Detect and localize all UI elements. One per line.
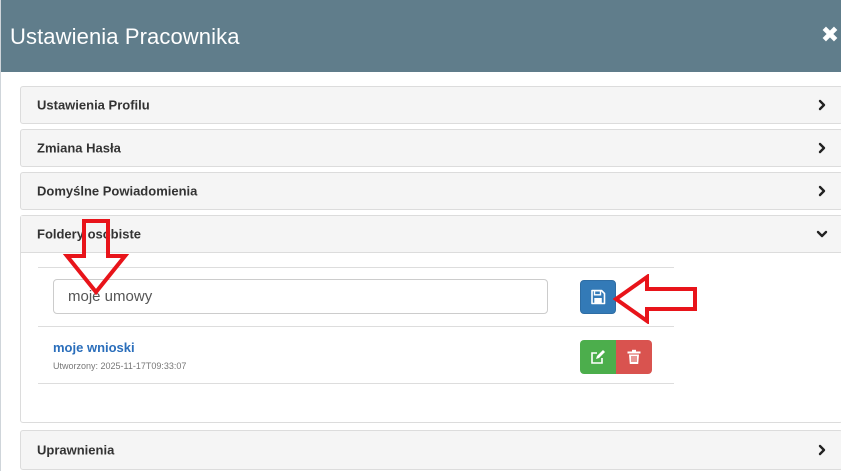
panel-heading-permissions[interactable]: Uprawnienia [21, 431, 841, 469]
delete-folder-button[interactable] [616, 340, 652, 374]
panel-title: Uprawnienia [37, 442, 115, 458]
folder-name-input[interactable] [53, 279, 548, 314]
modal-header: Ustawienia Pracownika ✖ [1, 0, 841, 72]
panel-heading-profile-settings[interactable]: Ustawienia Profilu [21, 87, 841, 123]
panel-title: Foldery osobiste [37, 226, 142, 242]
panel-change-password: Zmiana Hasła [20, 129, 841, 167]
panel-heading-change-password[interactable]: Zmiana Hasła [21, 130, 841, 166]
chevron-right-icon [816, 99, 828, 111]
panel-title: Zmiana Hasła [37, 140, 121, 156]
chevron-right-icon [816, 185, 828, 197]
folder-created-date: Utworzony: 2025-11-17T09:33:07 [53, 361, 187, 371]
folder-list-item: moje wnioski Utworzony: 2025-11-17T09:33… [38, 327, 674, 384]
panel-heading-default-notifications[interactable]: Domyślne Powiadomienia [21, 173, 841, 209]
panel-profile-settings: Ustawienia Profilu [20, 86, 841, 124]
modal-title: Ustawienia Pracownika [10, 24, 240, 49]
panel-default-notifications: Domyślne Powiadomienia [20, 172, 841, 210]
new-folder-row [38, 267, 674, 327]
edit-folder-button[interactable] [580, 340, 617, 374]
chevron-right-icon [816, 444, 828, 456]
panel-permissions: Uprawnienia [20, 430, 841, 470]
close-icon[interactable]: ✖ [820, 22, 840, 48]
panel-personal-folders: Foldery osobiste moje wnioski Utworzony:… [20, 215, 841, 423]
panel-title: Domyślne Powiadomienia [37, 183, 198, 199]
panel-title: Ustawienia Profilu [37, 97, 150, 113]
panel-heading-personal-folders[interactable]: Foldery osobiste [21, 216, 841, 253]
folder-name-link[interactable]: moje wnioski [53, 340, 135, 355]
chevron-right-icon [816, 142, 828, 154]
employee-settings-modal: Ustawienia Pracownika ✖ Ustawienia Profi… [0, 0, 841, 471]
chevron-down-icon [816, 228, 828, 240]
save-folder-button[interactable] [580, 280, 616, 314]
